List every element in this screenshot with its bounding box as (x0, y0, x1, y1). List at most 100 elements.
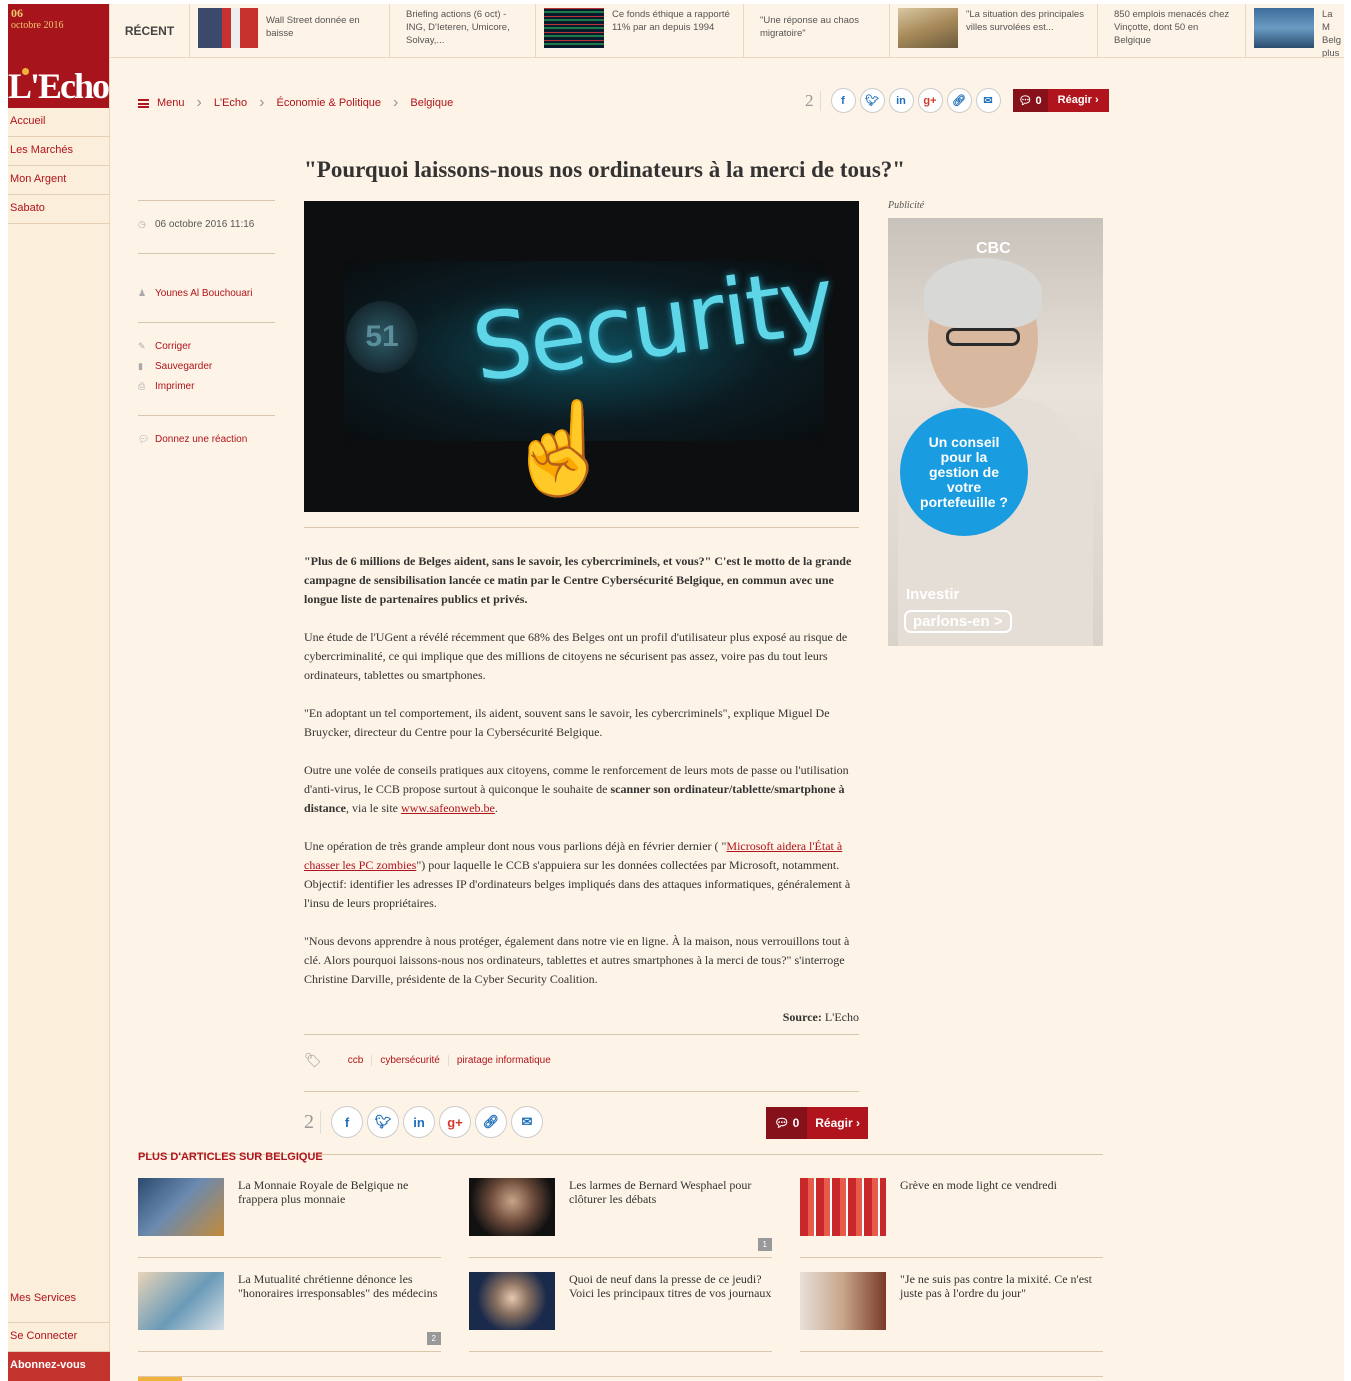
recent-item-text: "La situation des principales villes sur… (966, 9, 1084, 33)
react-label-text: Réagir (815, 1116, 853, 1130)
mail-icon[interactable]: ✉ (511, 1106, 543, 1138)
breadcrumb-lecho[interactable]: L'Echo (214, 97, 247, 109)
site-logo[interactable]: L'Echo (8, 68, 110, 104)
link-icon[interactable]: 🔗︎ (946, 88, 972, 113)
user-icon: ♟ (138, 288, 147, 298)
safeonweb-link[interactable]: www.safeonweb.be (401, 801, 495, 815)
related-title: Quoi de neuf dans la presse de ce jeudi?… (569, 1272, 772, 1300)
google-plus-icon[interactable]: g+ (439, 1106, 471, 1138)
share-bar-bottom: 2 f 🐦︎ in g+ 🔗︎ ✉ (304, 1106, 543, 1138)
linkedin-icon[interactable]: in (888, 88, 914, 113)
recent-item[interactable]: "La situation des principales villes sur… (890, 4, 1098, 57)
related-heading: PLUS D'ARTICLES SUR BELGIQUE (138, 1151, 323, 1163)
twitter-icon[interactable]: 🐦︎ (367, 1106, 399, 1138)
sidebar-item-mon-argent[interactable]: Mon Argent (8, 166, 109, 195)
sidebar-item-sabato[interactable]: Sabato (8, 195, 109, 224)
ad-cta-button[interactable]: parlons-en > (904, 610, 1012, 633)
mail-icon[interactable]: ✉ (975, 88, 1001, 113)
advertisement[interactable]: CBC Un conseil pour la gestion de votre … (888, 218, 1103, 646)
ad-hair (924, 258, 1042, 328)
menu-link[interactable]: Menu (157, 97, 185, 109)
breadcrumb-belgique[interactable]: Belgique (410, 97, 453, 109)
facebook-icon[interactable]: f (830, 88, 856, 113)
menu-icon[interactable] (138, 98, 149, 108)
article-date: ◷ 06 octobre 2016 11:16 (138, 219, 275, 230)
source-value: L'Echo (824, 1010, 859, 1024)
related-thumb (800, 1272, 886, 1330)
save-label: Sauvegarder (155, 361, 213, 372)
comment-count-value: 0 (792, 1116, 800, 1130)
related-item[interactable]: La Mutualité chrétienne dénonce les "hon… (138, 1272, 441, 1352)
article-author[interactable]: ♟ Younes Al Bouchouari (138, 288, 275, 299)
divider (304, 1091, 859, 1092)
tag-cybersecurite[interactable]: cybersécurité (372, 1055, 449, 1066)
related-thumb (138, 1272, 224, 1330)
related-thumb (800, 1178, 886, 1236)
sidebar-item-mes-services[interactable]: Mes Services (8, 1285, 110, 1323)
sidebar-nav: Accueil Les Marchés Mon Argent Sabato (8, 108, 109, 224)
recent-item[interactable]: "Une réponse au chaos migratoire" (744, 4, 890, 57)
ad-bubble: Un conseil pour la gestion de votre port… (900, 408, 1028, 536)
page-frame: 06 octobre 2016 L'Echo Accueil Les March… (8, 4, 1344, 1381)
linkedin-icon[interactable]: in (403, 1106, 435, 1138)
sidebar-bottom: Mes Services Se Connecter Abonnez-vous (8, 1285, 110, 1381)
tag-icon: 🏷︎ (304, 1052, 322, 1068)
share-bar-top: 2 f 🐦︎ in g+ 🔗︎ ✉ 💬︎ 0 Réagir › (805, 88, 1109, 113)
recent-item[interactable]: Wall Street donnée en baisse (190, 4, 390, 57)
recent-item[interactable]: La M Belg plus (1246, 4, 1344, 57)
meta-date-group: ◷ 06 octobre 2016 11:16 (138, 200, 275, 253)
paragraph-text: Une opération de très grande ampleur don… (304, 839, 727, 853)
meta-actions-group: ✎ Corriger ▮ Sauvegarder ⎙ Imprimer (138, 322, 275, 415)
recent-item[interactable]: Ce fonds éthique a rapporté 11% par an d… (536, 4, 744, 57)
facebook-icon[interactable]: f (331, 1106, 363, 1138)
ad-glasses (946, 328, 1020, 346)
sidebar-item-les-marches[interactable]: Les Marchés (8, 137, 109, 166)
tag-piratage[interactable]: piratage informatique (449, 1055, 559, 1066)
left-sidebar: 06 octobre 2016 L'Echo Accueil Les March… (8, 4, 110, 1381)
save-action[interactable]: ▮ Sauvegarder (138, 361, 275, 372)
give-reaction-link[interactable]: 💬︎ Donnez une réaction (138, 434, 275, 445)
react-label: Réagir › (807, 1107, 868, 1139)
sidebar-item-accueil[interactable]: Accueil (8, 108, 109, 137)
date-month: octobre 2016 (11, 20, 64, 31)
print-label: Imprimer (155, 381, 195, 392)
recent-item-text: Briefing actions (6 oct) - ING, D'Ietere… (406, 9, 510, 46)
recent-item-text: Wall Street donnée en baisse (266, 15, 360, 39)
article-paragraph: "En adoptant un tel comportement, ils ai… (304, 706, 830, 739)
related-item[interactable]: Les larmes de Bernard Wesphael pour clôt… (469, 1178, 772, 1258)
brand-block[interactable]: 06 octobre 2016 L'Echo (8, 4, 110, 108)
google-plus-icon[interactable]: g+ (917, 88, 943, 113)
recent-item[interactable]: Briefing actions (6 oct) - ING, D'Ietere… (390, 4, 536, 57)
related-item[interactable]: Grève en mode light ce vendredi (800, 1178, 1103, 1258)
related-item[interactable]: La Monnaie Royale de Belgique ne frapper… (138, 1178, 441, 1258)
paragraph-text: , via le site (346, 801, 401, 815)
correct-action[interactable]: ✎ Corriger (138, 341, 275, 352)
react-button[interactable]: 💬︎ 0 Réagir › (1012, 89, 1109, 112)
correct-label: Corriger (155, 341, 192, 352)
related-thumb (138, 1178, 224, 1236)
print-action[interactable]: ⎙ Imprimer (138, 381, 275, 392)
subscribe-button[interactable]: Abonnez-vous (8, 1352, 110, 1381)
comment-badge: 2 (426, 1332, 441, 1345)
chevron-right-icon: › (393, 94, 399, 111)
related-item[interactable]: Quoi de neuf dans la presse de ce jeudi?… (469, 1272, 772, 1352)
meta-reaction-group: 💬︎ Donnez une réaction (138, 415, 275, 468)
source-label: Source: (782, 1010, 822, 1024)
related-title: La Monnaie Royale de Belgique ne frapper… (238, 1178, 409, 1206)
related-item[interactable]: "Je ne suis pas contre la mixité. Ce n'e… (800, 1272, 1103, 1352)
twitter-icon[interactable]: 🐦︎ (859, 88, 885, 113)
sidebar-item-se-connecter[interactable]: Se Connecter (8, 1323, 110, 1352)
breadcrumb-economie[interactable]: Économie & Politique (276, 97, 381, 109)
article-date-text: 06 octobre 2016 11:16 (155, 219, 255, 230)
react-button[interactable]: 💬︎ 0 Réagir › (766, 1107, 868, 1139)
recent-label: RÉCENT (110, 4, 190, 57)
share-count: 2 (805, 90, 821, 111)
tag-ccb[interactable]: ccb (340, 1055, 373, 1066)
recent-thumb (1254, 8, 1314, 48)
link-icon[interactable]: 🔗︎ (475, 1106, 507, 1138)
pointer-hand-icon: ☝ (504, 399, 617, 499)
article-meta: ◷ 06 octobre 2016 11:16 ♟ Younes Al Bouc… (138, 200, 275, 468)
recent-item[interactable]: 850 emplois menacés chez Vinçotte, dont … (1098, 4, 1246, 57)
comment-icon: 💬︎ (138, 434, 150, 444)
article-paragraph: Outre une volée de conseils pratiques au… (304, 761, 859, 818)
